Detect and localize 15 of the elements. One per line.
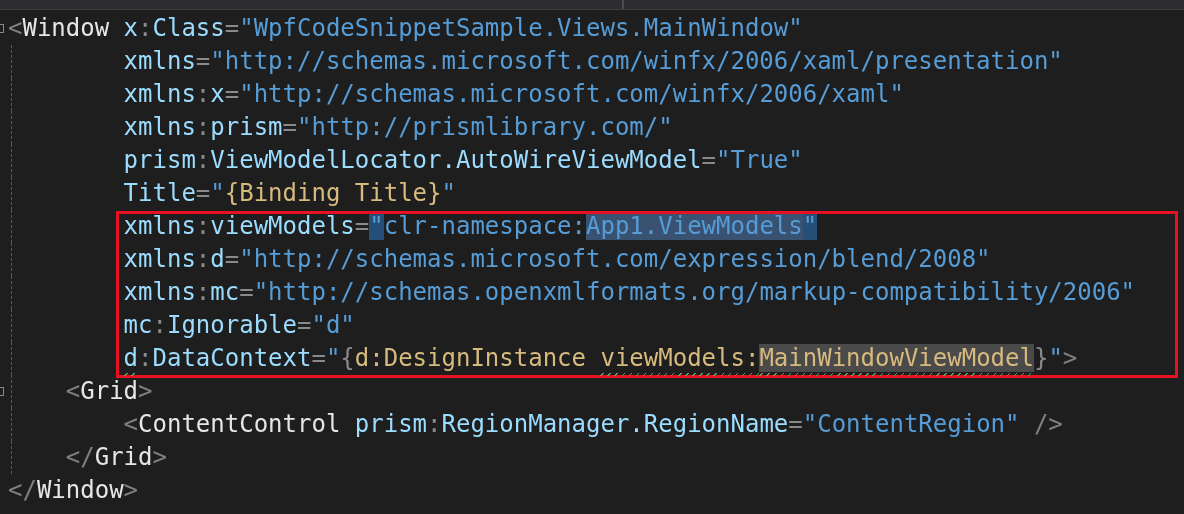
code-line: mc:Ignorable="d" [123, 310, 355, 341]
code-line: xmlns="http://schemas.microsoft.com/winfx/2006/xaml/presentation" [123, 46, 1063, 77]
code-line: xmlns:d="http://schemas.microsoft.com/expression/blend/2008" [123, 244, 991, 275]
code-line: <Grid> [65, 376, 153, 407]
code-line: d:DataContext="{d:DesignInstance viewModels:MainWindowViewModel}"> [123, 342, 1078, 375]
code-line: Title="{Binding Title}" [123, 178, 456, 209]
code-line: <Window x:Class="WpfCodeSnippetSample.Views.MainWindow" [8, 13, 803, 44]
code-line: </Window> [8, 475, 139, 506]
code-line: xmlns:prism="http://prismlibrary.com/" [123, 112, 673, 143]
code-line: xmlns:mc="http://schemas.openxmlformats.org/markup-compatibility/2006" [123, 277, 1136, 308]
code-line: xmlns:viewModels="clr-namespace:App1.ViewModels" [123, 211, 818, 242]
code-line: <ContentControl prism:RegionManager.RegionName="ContentRegion" /> [123, 409, 1063, 440]
code-line: prism:ViewModelLocator.AutoWireViewModel="True" [123, 145, 803, 176]
code-line: </Grid> [65, 442, 167, 473]
code-line: xmlns:x="http://schemas.microsoft.com/winfx/2006/xaml" [123, 79, 904, 110]
